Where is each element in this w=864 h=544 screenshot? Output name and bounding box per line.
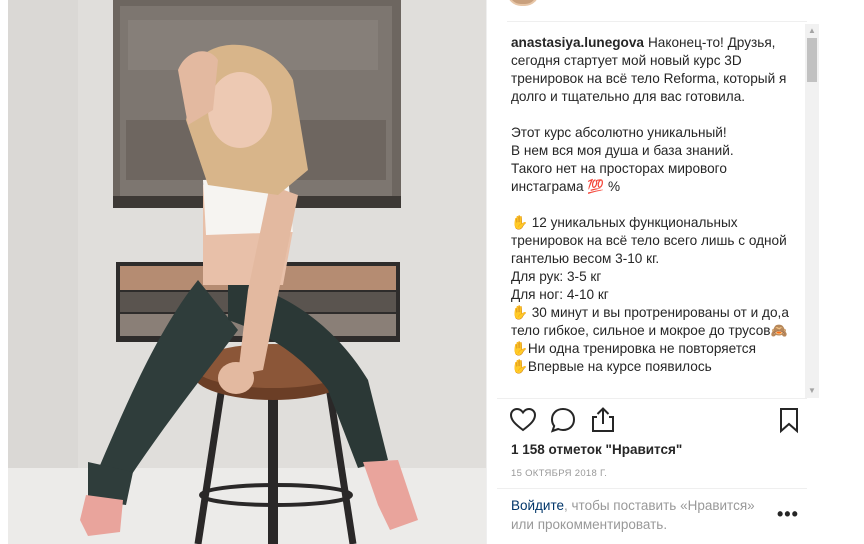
page-background	[820, 0, 864, 544]
post-photo[interactable]	[8, 0, 486, 544]
login-divider	[497, 488, 807, 489]
login-prompt: Войдите, чтобы поставить «Нравится» или …	[511, 496, 771, 534]
like-button[interactable]	[509, 406, 537, 434]
likes-count[interactable]: 1 158 отметок "Нравится"	[511, 442, 682, 457]
avatar[interactable]	[507, 0, 539, 6]
post-date[interactable]: 15 ОКТЯБРЯ 2018 Г.	[511, 468, 607, 479]
caption-scroll-area[interactable]: anastasiya.lunegova Наконец-то! Друзья, с…	[511, 34, 797, 396]
login-link[interactable]: Войдите	[511, 498, 564, 513]
actions-divider	[497, 398, 807, 399]
share-button[interactable]	[589, 406, 617, 434]
photo-illustration	[8, 0, 486, 544]
action-bar	[509, 404, 805, 438]
caption-username[interactable]: anastasiya.lunegova	[511, 35, 644, 50]
save-button[interactable]	[775, 406, 803, 434]
scroll-up-arrow-icon[interactable]: ▲	[805, 24, 819, 38]
more-options-button[interactable]: •••	[777, 504, 799, 525]
share-icon	[592, 407, 614, 432]
bookmark-icon	[780, 408, 798, 434]
comment-icon	[550, 407, 576, 433]
header-divider	[507, 21, 807, 22]
scroll-down-arrow-icon[interactable]: ▼	[805, 384, 819, 398]
caption-scrollbar[interactable]: ▲ ▼	[805, 24, 819, 398]
caption-text: Наконец-то! Друзья, сегодня стартует мой…	[511, 35, 789, 374]
heart-icon	[509, 407, 537, 432]
comment-button[interactable]	[549, 406, 577, 434]
scrollbar-thumb[interactable]	[807, 38, 817, 82]
post-details-panel: anastasiya.lunegova Наконец-то! Друзья, с…	[486, 0, 821, 544]
